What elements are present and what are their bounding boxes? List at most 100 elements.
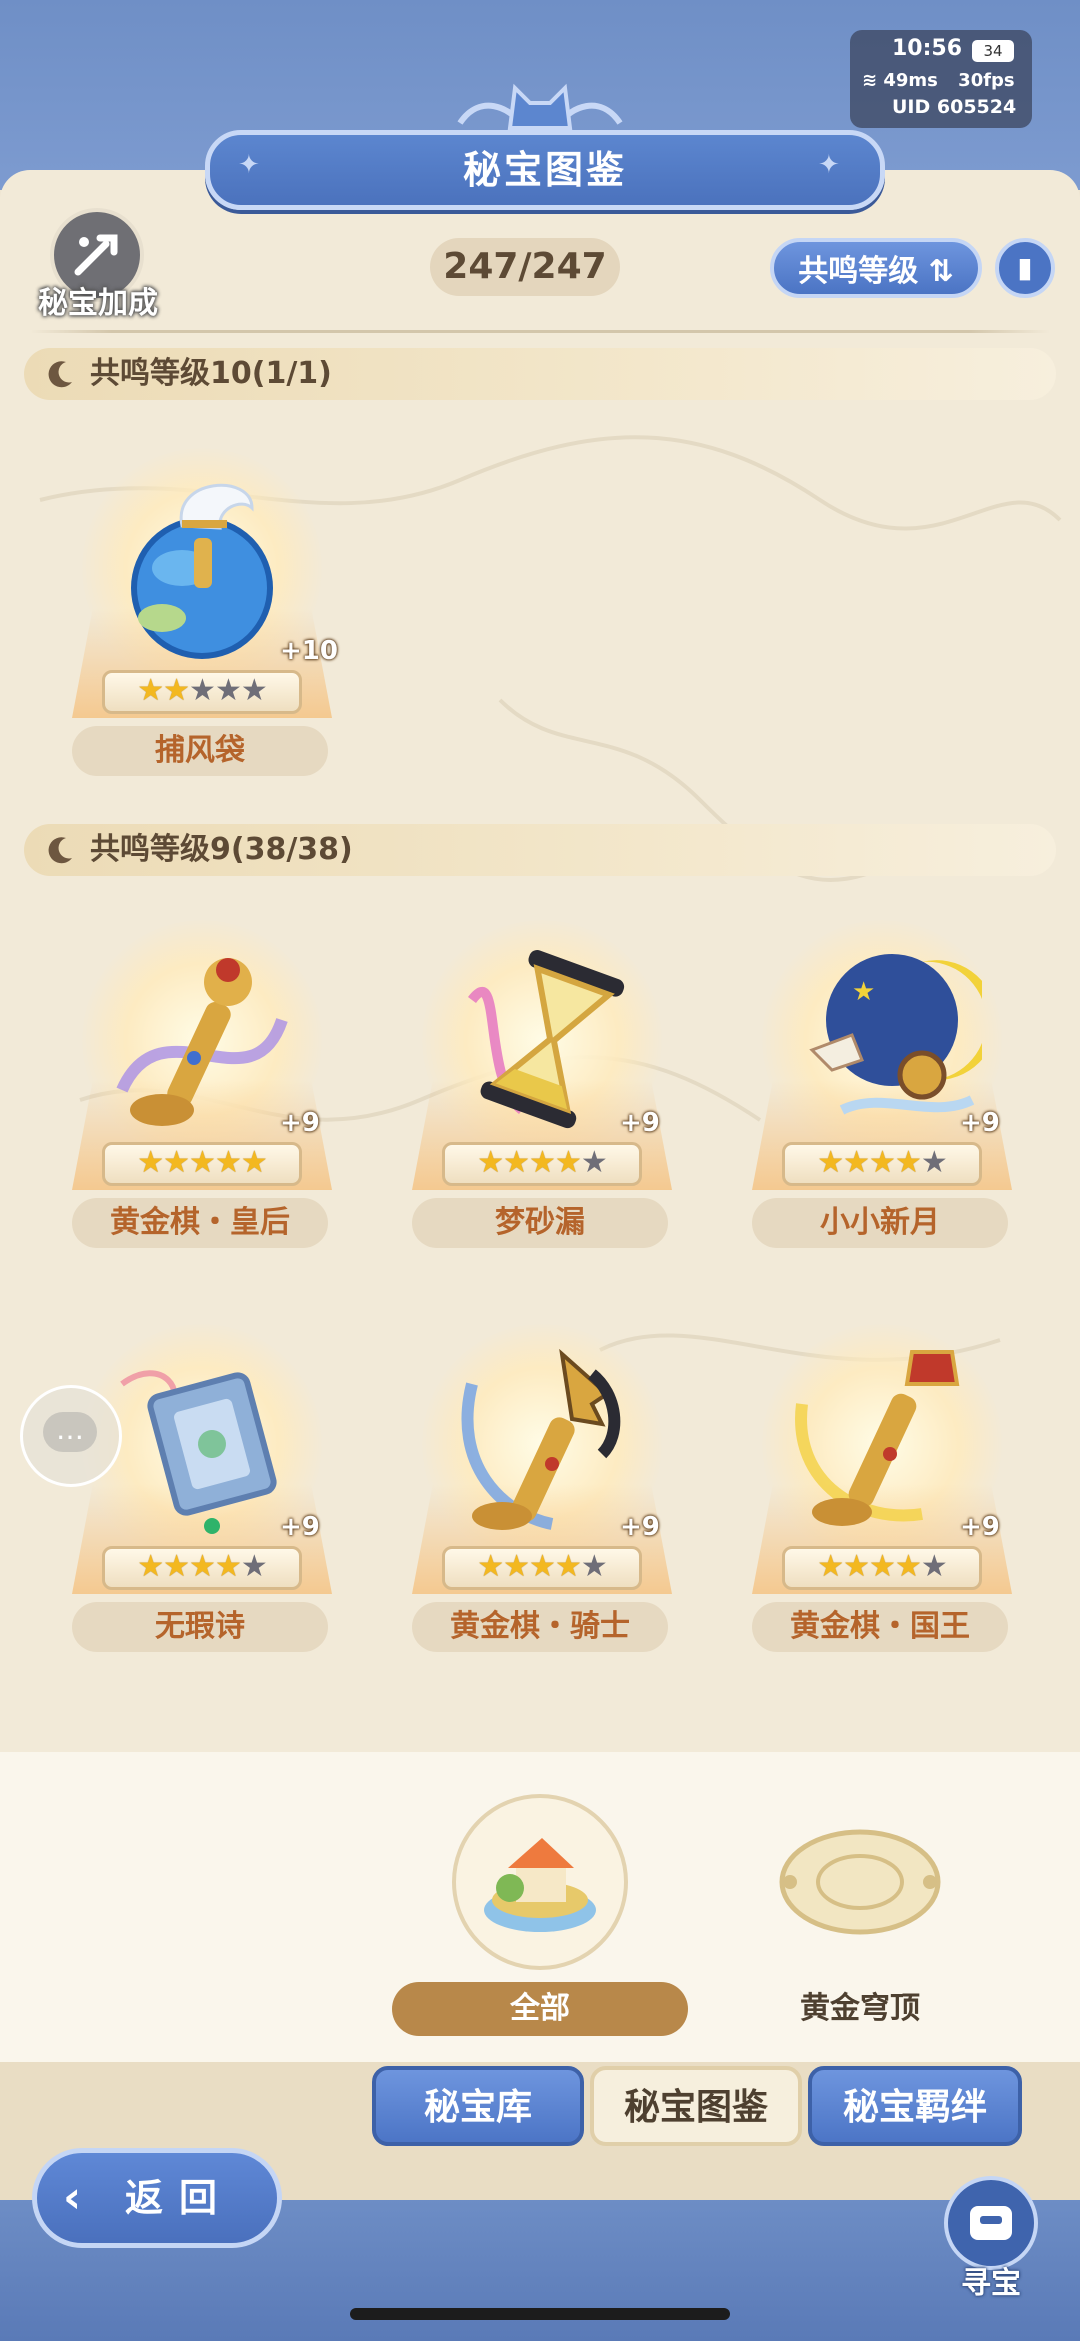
star-filled-icon: ★ <box>240 1145 268 1180</box>
poem-book-icon <box>120 1370 277 1534</box>
treasure-name: 黄金棋・皇后 <box>72 1198 328 1248</box>
wifi-icon: ≋ <box>862 70 884 91</box>
treasure-hunt-icon <box>944 2176 1038 2270</box>
house-island-icon[interactable] <box>450 1792 630 1972</box>
bonus-label: 秘宝加成 <box>38 286 158 321</box>
treasure-name: 黄金棋・国王 <box>752 1602 1008 1652</box>
star-filled-icon: ★ <box>817 1549 844 1584</box>
star-filled-icon: ★ <box>503 1549 530 1584</box>
treasure-bonus-button[interactable]: 秘宝加成 <box>28 208 168 321</box>
upgrade-level: +10 <box>280 636 338 666</box>
star-filled-icon: ★ <box>843 1549 870 1584</box>
star-rating: ★★★★★ <box>102 1142 302 1186</box>
uid-text: UID 605524 <box>892 96 1017 118</box>
sort-arrows-icon: ⇅ <box>918 254 954 289</box>
treasure-card[interactable]: +9 ★★★★★ 黄金棋・皇后 <box>52 920 352 1260</box>
section-title: 共鸣等级9(38/38) <box>90 832 353 867</box>
star-filled-icon: ★ <box>503 1145 530 1180</box>
sort-by-resonance-button[interactable]: 共鸣等级 ⇅ <box>770 238 982 298</box>
tab-treasure-codex[interactable]: 秘宝图鉴 <box>590 2066 802 2146</box>
treasure-card[interactable]: +9 ★★★★★ 黄金棋・骑士 <box>392 1324 692 1664</box>
treasure-name: 捕风袋 <box>72 726 328 776</box>
star-filled-icon: ★ <box>137 1549 164 1584</box>
star-filled-icon: ★ <box>189 1145 216 1180</box>
star-filled-icon: ★ <box>843 1145 870 1180</box>
star-filled-icon: ★ <box>163 673 190 708</box>
page-title: 秘宝图鉴 <box>205 130 885 210</box>
star-filled-icon: ★ <box>137 1145 164 1180</box>
star-empty-icon: ★ <box>920 1549 948 1584</box>
golden-king-piece-icon <box>795 1350 960 1526</box>
star-filled-icon: ★ <box>214 1145 242 1180</box>
chevron-left-icon: ‹ <box>63 2172 82 2223</box>
back-label: 返回 <box>125 2176 234 2220</box>
chat-button[interactable]: … <box>20 1385 122 1487</box>
moon-icon <box>48 361 72 388</box>
star-filled-icon: ★ <box>894 1145 922 1180</box>
star-filled-icon: ★ <box>529 1145 556 1180</box>
star-filled-icon: ★ <box>477 1549 504 1584</box>
star-empty-icon: ★ <box>214 673 242 708</box>
upgrade-level: +9 <box>620 1512 660 1542</box>
treasure-card[interactable]: +9 ★★★★★ 黄金棋・国王 <box>732 1324 1032 1664</box>
tab-treasure-bond[interactable]: 秘宝羁绊 <box>808 2066 1022 2146</box>
treasure-hunt-label: 寻宝 <box>961 2266 1021 2301</box>
star-filled-icon: ★ <box>163 1549 190 1584</box>
back-button[interactable]: ‹ 返回 <box>32 2148 282 2248</box>
wind-bag-icon <box>131 483 273 659</box>
book-icon[interactable]: ▮ <box>995 238 1055 298</box>
star-filled-icon: ★ <box>554 1549 582 1584</box>
treasure-card[interactable]: +9 ★★★★★ 无瑕诗 <box>52 1324 352 1664</box>
star-filled-icon: ★ <box>894 1549 922 1584</box>
star-empty-icon: ★ <box>580 1549 608 1584</box>
treasure-name: 小小新月 <box>752 1198 1008 1248</box>
fps-text: 30fps <box>958 70 1015 91</box>
svg-text:★: ★ <box>852 977 875 1007</box>
sparkle-icon: ✦ <box>818 150 840 180</box>
star-empty-icon: ★ <box>580 1145 608 1180</box>
dream-hourglass-icon <box>468 949 625 1129</box>
star-empty-icon: ★ <box>240 673 268 708</box>
star-filled-icon: ★ <box>477 1145 504 1180</box>
star-filled-icon: ★ <box>869 1549 896 1584</box>
upgrade-level: +9 <box>960 1108 1000 1138</box>
star-empty-icon: ★ <box>240 1549 268 1584</box>
star-rating: ★★★★★ <box>442 1142 642 1186</box>
treasure-hunt-button[interactable]: 寻宝 <box>936 2176 1046 2301</box>
star-rating: ★★★★★ <box>782 1546 982 1590</box>
sparkle-icon: ✦ <box>238 150 260 180</box>
star-filled-icon: ★ <box>554 1145 582 1180</box>
star-filled-icon: ★ <box>137 673 164 708</box>
ping-text: 49ms <box>883 70 938 91</box>
divider <box>30 330 1050 333</box>
star-filled-icon: ★ <box>214 1549 242 1584</box>
golden-dome-icon[interactable] <box>770 1812 950 1992</box>
golden-queen-piece-icon <box>116 958 288 1126</box>
chat-icon: … <box>43 1412 97 1452</box>
treasure-card[interactable]: +10 ★★★★★ 捕风袋 <box>52 448 352 788</box>
home-indicator <box>350 2308 730 2320</box>
treasure-card[interactable]: +9 ★★★★★ 梦砂漏 <box>392 920 692 1260</box>
star-empty-icon: ★ <box>920 1145 948 1180</box>
crescent-moon-chariot-icon: ★ <box>809 954 982 1115</box>
treasure-name: 梦砂漏 <box>412 1198 668 1248</box>
upgrade-level: +9 <box>960 1512 1000 1542</box>
section-header: 共鸣等级10(1/1) <box>24 348 1056 400</box>
star-empty-icon: ★ <box>189 673 216 708</box>
upgrade-level: +9 <box>620 1108 660 1138</box>
star-rating: ★★★★★ <box>782 1142 982 1186</box>
battery-icon: 34 <box>972 40 1014 62</box>
star-rating: ★★★★★ <box>102 1546 302 1590</box>
star-filled-icon: ★ <box>529 1549 556 1584</box>
category-all-tab[interactable]: 全部 <box>392 1982 688 2036</box>
tab-treasure-vault[interactable]: 秘宝库 <box>372 2066 584 2146</box>
star-filled-icon: ★ <box>869 1145 896 1180</box>
network-stats: ≋ 49ms 30fps <box>862 70 1015 91</box>
star-filled-icon: ★ <box>163 1145 190 1180</box>
section-title: 共鸣等级10(1/1) <box>90 356 332 391</box>
category-golden-dome-tab[interactable]: 黄金穹顶 <box>760 1982 960 2036</box>
system-status-overlay: 10:56 34 ≋ 49ms 30fps UID 605524 <box>850 30 1032 128</box>
treasure-card[interactable]: ★ +9 ★★★★★ 小小新月 <box>732 920 1032 1260</box>
golden-knight-piece-icon <box>461 1348 621 1530</box>
star-filled-icon: ★ <box>189 1549 216 1584</box>
